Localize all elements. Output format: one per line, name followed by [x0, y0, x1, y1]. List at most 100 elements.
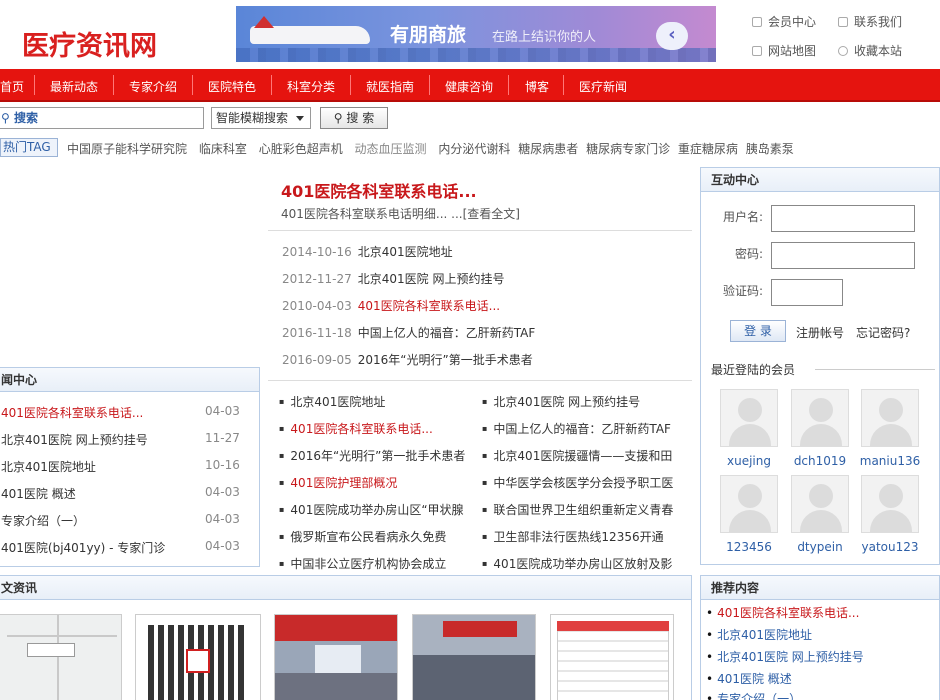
recommend-item[interactable]: 专家介绍（一）: [706, 690, 801, 700]
headline-title[interactable]: 401医院各科室联系电话...: [281, 178, 477, 202]
avatar[interactable]: [861, 389, 919, 447]
register-link[interactable]: 注册帐号: [796, 324, 844, 341]
nav-home[interactable]: 首页: [0, 78, 24, 95]
member-center-link[interactable]: 会员中心: [752, 13, 816, 30]
news-center-item[interactable]: 北京401医院 网上预约挂号: [1, 431, 148, 448]
map-label: [27, 643, 75, 657]
nav-experts[interactable]: 专家介绍: [129, 78, 177, 95]
avatar[interactable]: [861, 475, 919, 533]
nav-latest[interactable]: 最新动态: [50, 78, 98, 95]
map-thumbnail[interactable]: [0, 614, 122, 700]
list-item[interactable]: 北京401医院援疆情——支援和田: [482, 447, 674, 464]
audience: [413, 655, 535, 700]
avatar[interactable]: [791, 389, 849, 447]
list-item[interactable]: 北京401医院 网上预约挂号: [482, 393, 674, 410]
tag-item[interactable]: 胰岛素泵: [746, 142, 794, 156]
news-center-item[interactable]: 专家介绍（一）: [1, 512, 85, 529]
search-button[interactable]: ⚲ 搜 索: [320, 107, 388, 129]
recommend-item[interactable]: 401医院各科室联系电话...: [706, 604, 859, 621]
news-center-item[interactable]: 401医院各科室联系电话...: [1, 404, 143, 421]
list-item[interactable]: 2016年“光明行”第一批手术患者: [279, 447, 475, 464]
dated-news-item[interactable]: 2016-09-05 2016年“光明行”第一批手术患者: [282, 351, 533, 368]
news-title: 中国上亿人的福音：乙肝新药TAF: [357, 326, 536, 340]
list-item[interactable]: 联合国世界卫生组织重新定义青春: [482, 501, 674, 518]
member-name[interactable]: maniu136: [850, 454, 930, 468]
qr-code-thumbnail[interactable]: [135, 614, 261, 700]
captcha-input[interactable]: [771, 279, 843, 306]
list-item[interactable]: 401医院成功举办房山区放射及影: [482, 555, 674, 572]
avatar-body-icon: [729, 510, 771, 532]
tag-item[interactable]: 糖尿病专家门诊: [586, 142, 670, 156]
avatar-head-icon: [879, 398, 903, 422]
nav-divider: [563, 75, 564, 95]
nav-features[interactable]: 医院特色: [208, 78, 256, 95]
contact-us-link[interactable]: 联系我们: [838, 13, 902, 30]
recommend-item[interactable]: 北京401医院地址: [706, 626, 812, 643]
news-center-date: 10-16: [205, 458, 240, 472]
site-logo[interactable]: 医疗资讯网: [22, 24, 157, 63]
search-mode-select[interactable]: 智能模糊搜索: [211, 107, 311, 129]
list-item[interactable]: 401医院各科室联系电话...: [279, 420, 475, 437]
tag-item[interactable]: 中国原子能科学研究院: [67, 142, 187, 156]
search-placeholder: 搜索: [13, 111, 38, 125]
bookmark-link[interactable]: 收藏本站: [838, 42, 902, 59]
phone-screenshot[interactable]: [550, 614, 674, 700]
nav-blog[interactable]: 博客: [525, 78, 549, 95]
member-name[interactable]: yatou123: [850, 540, 930, 554]
headline-summary[interactable]: 401医院各科室联系电话明细... ...[查看全文]: [281, 205, 520, 222]
forgot-password-link[interactable]: 忘记密码?: [856, 324, 910, 341]
list-item[interactable]: 中华医学会核医学分会授予职工医: [482, 474, 674, 491]
meeting-photo[interactable]: [274, 614, 398, 700]
list-item[interactable]: 中国上亿人的福音：乙肝新药TAF: [482, 420, 674, 437]
list-item[interactable]: 俄罗斯宣布公民看病永久免费: [279, 528, 475, 545]
tag-item[interactable]: 动态血压监测: [355, 142, 427, 156]
avatar[interactable]: [791, 475, 849, 533]
dated-news-item[interactable]: 2010-04-03 401医院各科室联系电话...: [282, 297, 500, 314]
dated-news-item[interactable]: 2014-10-16 北京401医院地址: [282, 243, 453, 260]
password-input[interactable]: [771, 242, 915, 269]
avatar[interactable]: [720, 389, 778, 447]
news-center-item[interactable]: 北京401医院地址: [1, 458, 96, 475]
dated-news-item[interactable]: 2012-11-27 北京401医院 网上预约挂号: [282, 270, 504, 287]
nav-guide[interactable]: 就医指南: [366, 78, 414, 95]
member-name[interactable]: dch1019: [780, 454, 860, 468]
banner-prev-arrow-icon[interactable]: ‹: [656, 22, 688, 50]
search-button-label: 搜 索: [346, 111, 375, 125]
member-name[interactable]: dtypein: [780, 540, 860, 554]
member-name[interactable]: xuejing: [709, 454, 789, 468]
classroom-photo[interactable]: [412, 614, 536, 700]
tag-item[interactable]: 心脏彩色超声机: [259, 142, 343, 156]
recommend-item[interactable]: 401医院 概述: [706, 670, 792, 687]
news-center-item[interactable]: 401医院 概述: [1, 485, 76, 502]
nav-medical-news[interactable]: 医疗新闻: [579, 78, 627, 95]
tag-item[interactable]: 内分泌代谢科: [438, 142, 510, 156]
list-item[interactable]: 卫生部非法行医热线12356开通: [482, 528, 674, 545]
news-center-item[interactable]: 401医院(bj401yy) - 专家门诊: [1, 539, 165, 556]
member-name[interactable]: 123456: [709, 540, 789, 554]
tag-item[interactable]: 糖尿病患者: [518, 142, 578, 156]
list-item[interactable]: 北京401医院地址: [279, 393, 475, 410]
search-icon: ⚲: [333, 111, 343, 125]
contact-us-label: 联系我们: [854, 15, 903, 29]
sitemap-label: 网站地图: [768, 44, 817, 58]
dated-news-item[interactable]: 2016-11-18 中国上亿人的福音：乙肝新药TAF: [282, 324, 535, 341]
avatar-head-icon: [879, 484, 903, 508]
list-item[interactable]: 401医院成功举办房山区“甲状腺: [279, 501, 475, 518]
login-button[interactable]: 登 录: [730, 320, 786, 342]
list-item[interactable]: 中国非公立医疗机构协会成立: [279, 555, 475, 572]
search-input[interactable]: ⚲ 搜索: [0, 107, 204, 129]
username-input[interactable]: [771, 205, 915, 232]
nav-departments[interactable]: 科室分类: [287, 78, 335, 95]
banner-strip: [275, 615, 397, 641]
map-road: [57, 615, 59, 700]
list-item[interactable]: 401医院护理部概况: [279, 474, 475, 491]
banner-ad[interactable]: 有朋商旅 在路上结识你的人 ‹: [236, 6, 716, 62]
tag-item[interactable]: 临床科室: [199, 142, 247, 156]
tag-item[interactable]: 重症糖尿病: [678, 142, 738, 156]
username-label: 用户名:: [722, 210, 763, 224]
avatar-head-icon: [809, 484, 833, 508]
avatar[interactable]: [720, 475, 778, 533]
nav-consult[interactable]: 健康咨询: [445, 78, 493, 95]
recommend-item[interactable]: 北京401医院 网上预约挂号: [706, 648, 864, 665]
sitemap-link[interactable]: 网站地图: [752, 42, 816, 59]
